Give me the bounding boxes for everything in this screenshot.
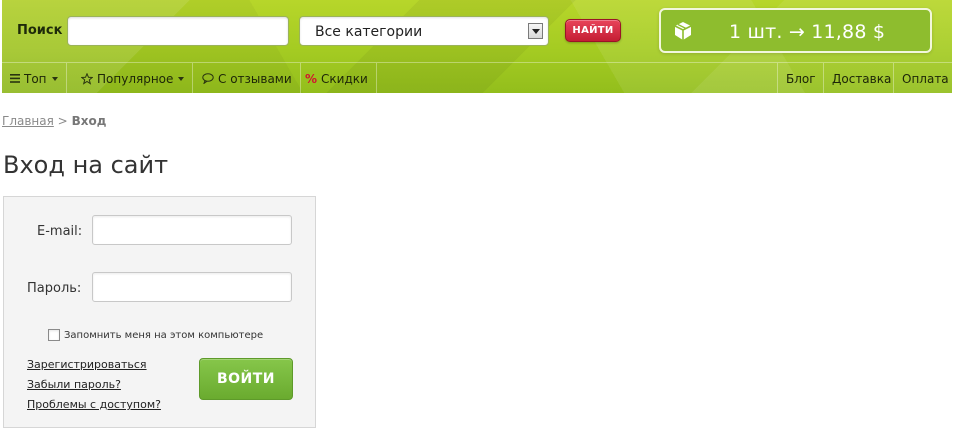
remember-me-checkbox[interactable] [48, 329, 60, 341]
email-field[interactable] [92, 215, 292, 245]
search-label: Поиск [17, 23, 63, 38]
list-icon [10, 74, 20, 83]
caret-down-icon [178, 76, 185, 81]
breadcrumb-separator: > [57, 114, 68, 128]
nav-item-popular[interactable]: Популярное [73, 63, 194, 94]
remember-me-label: Запомнить меня на этом компьютере [64, 329, 264, 341]
forgot-password-link[interactable]: Забыли пароль? [27, 375, 161, 395]
email-label: E-mail: [37, 224, 83, 239]
search-button[interactable]: НАЙТИ [565, 19, 621, 42]
breadcrumb: Главная > Вход [2, 114, 106, 128]
login-form: E-mail: Пароль: Запомнить меня на этом к… [3, 196, 316, 428]
nav-item-delivery[interactable]: Доставка [823, 63, 899, 94]
nav-item-with-reviews[interactable]: С отзывами [194, 63, 301, 94]
login-button[interactable]: ВОЙТИ [199, 358, 293, 400]
percent-icon: % [305, 71, 318, 86]
password-field[interactable] [92, 272, 292, 302]
password-label: Пароль: [27, 281, 82, 296]
header-top-row: Поиск Все категории НАЙТИ 1 шт. → 11,88 … [2, 0, 952, 60]
speech-bubble-icon [202, 73, 214, 84]
caret-down-icon [51, 76, 58, 81]
nav-item-label: Блог [786, 71, 816, 86]
box-icon [673, 21, 693, 41]
nav-item-label: Скидки [321, 71, 368, 86]
breadcrumb-home-link[interactable]: Главная [2, 114, 54, 128]
category-select-value: Все категории [315, 24, 423, 40]
cart-summary[interactable]: 1 шт. → 11,88 $ [659, 8, 932, 53]
cart-summary-text: 1 шт. → 11,88 $ [729, 21, 886, 43]
auth-links: Зарегистрироваться Забыли пароль? Пробле… [27, 355, 161, 415]
access-problems-link[interactable]: Проблемы с доступом? [27, 395, 161, 415]
register-link[interactable]: Зарегистрироваться [27, 355, 161, 375]
main-nav: Топ Популярное С отзывами % Скидки Блог … [2, 62, 952, 94]
nav-item-top[interactable]: Топ [2, 63, 67, 94]
search-input[interactable] [67, 16, 289, 46]
nav-item-label: Популярное [97, 71, 174, 86]
nav-item-label: Топ [24, 71, 47, 86]
nav-item-payment[interactable]: Оплата [893, 63, 956, 94]
remember-me[interactable]: Запомнить меня на этом компьютере [48, 329, 263, 341]
nav-item-label: Доставка [832, 71, 892, 86]
site-header: Поиск Все категории НАЙТИ 1 шт. → 11,88 … [2, 0, 952, 94]
nav-item-blog[interactable]: Блог [777, 63, 824, 94]
nav-item-label: С отзывами [218, 71, 292, 86]
nav-item-discounts[interactable]: % Скидки [297, 63, 377, 94]
category-select[interactable]: Все категории [299, 16, 549, 46]
star-icon [81, 72, 93, 85]
breadcrumb-current: Вход [71, 114, 107, 128]
chevron-down-icon[interactable] [528, 23, 543, 39]
page-title: Вход на сайт [3, 151, 169, 179]
nav-item-label: Оплата [902, 71, 949, 86]
